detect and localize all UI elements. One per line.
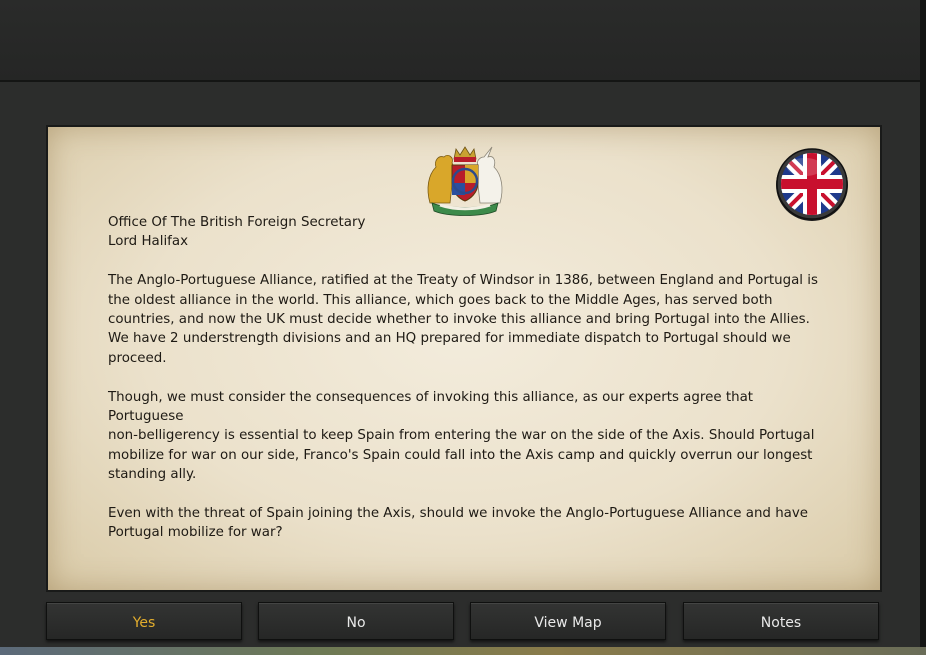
no-button[interactable]: No bbox=[258, 602, 454, 640]
sender-name: Lord Halifax bbox=[108, 234, 189, 250]
letter-paragraph-1: The Anglo-Portuguese Alliance, ratified … bbox=[108, 273, 818, 366]
view-map-button[interactable]: View Map bbox=[470, 602, 666, 640]
union-jack-flag-icon bbox=[776, 148, 848, 221]
window-header bbox=[0, 0, 920, 82]
event-window: Office Of The British Foreign Secretary L… bbox=[0, 0, 926, 655]
map-background-strip bbox=[0, 647, 926, 655]
window-edge bbox=[920, 0, 926, 655]
letter-header: Office Of The British Foreign Secretary L… bbox=[108, 213, 828, 252]
notes-button[interactable]: Notes bbox=[683, 602, 879, 640]
letter-paragraph-2: Though, we must consider the consequence… bbox=[108, 389, 815, 483]
letter-paragraph-3: Even with the threat of Spain joining th… bbox=[108, 506, 809, 541]
event-letter-text: Office Of The British Foreign Secretary L… bbox=[108, 213, 828, 562]
decision-button-row: Yes No View Map Notes bbox=[0, 600, 926, 642]
sender-office: Office Of The British Foreign Secretary bbox=[108, 215, 366, 230]
royal-coat-of-arms-icon bbox=[427, 146, 503, 216]
event-letter-panel: Office Of The British Foreign Secretary L… bbox=[46, 125, 882, 592]
yes-button[interactable]: Yes bbox=[46, 602, 242, 640]
